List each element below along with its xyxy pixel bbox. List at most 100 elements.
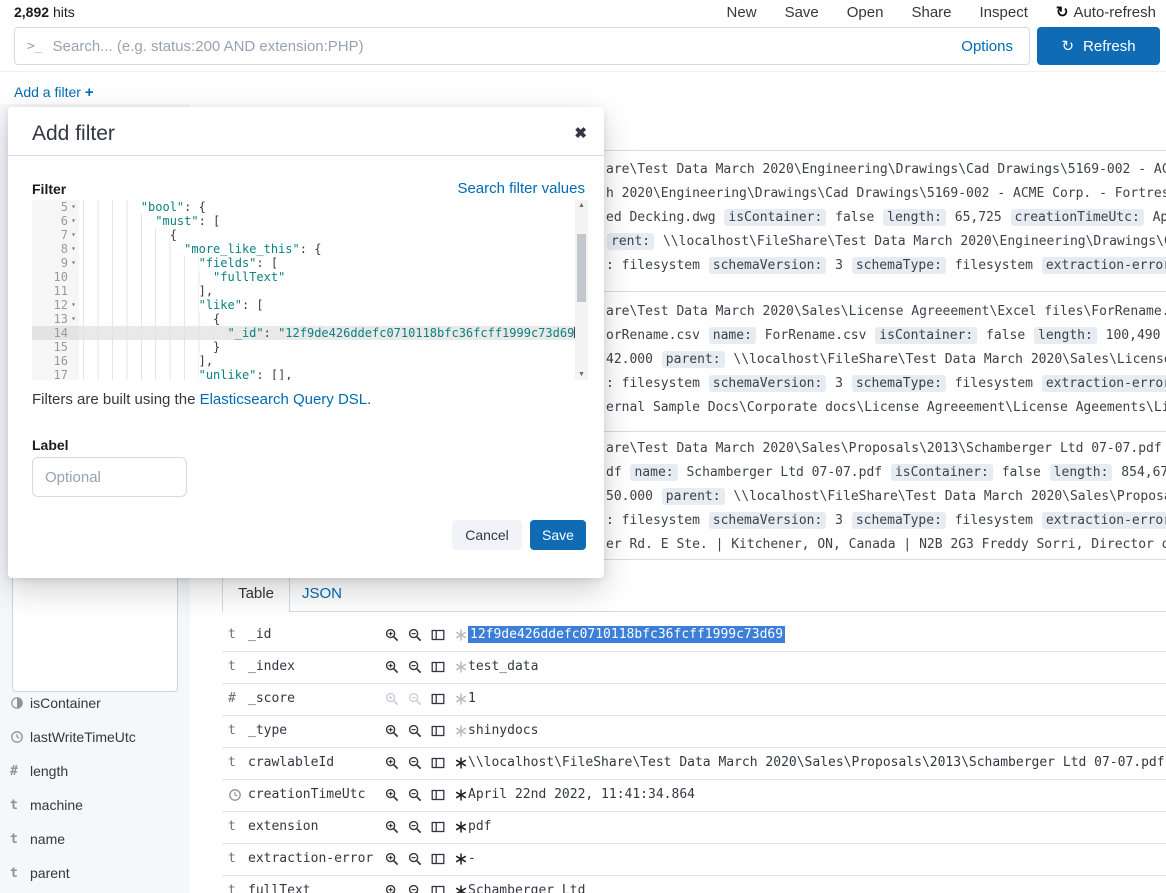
line-number: 5 (32, 200, 68, 214)
document-summary-line[interactable]: orRename.csv name: ForRename.csv isConta… (606, 324, 1166, 348)
toggle-column-icon[interactable] (431, 820, 445, 834)
line-number: 7 (32, 228, 68, 242)
asterisk-icon[interactable] (454, 628, 468, 642)
zoom-out-icon[interactable] (408, 820, 422, 834)
close-icon[interactable]: ✖ (574, 124, 587, 142)
query-dsl-editor[interactable]: 5▾ "bool": {6▾ "must": [7▾ {8▾ "more_lik… (32, 200, 588, 380)
editor-line-13[interactable]: 13▾ { (32, 312, 588, 326)
document-summary-line[interactable]: rent: \\localhost\FileShare\Test Data Ma… (606, 230, 1166, 254)
document-summary-line[interactable]: are\Test Data March 2020\Sales\License A… (606, 300, 1166, 324)
document-summary-line[interactable]: ernal Sample Docs\Corporate docs\License… (606, 396, 1166, 420)
toggle-column-icon[interactable] (431, 628, 445, 642)
detail-field-name: _type (248, 715, 287, 747)
elasticsearch-dsl-link[interactable]: Elasticsearch Query DSL (200, 391, 368, 408)
save-button[interactable]: Save (530, 520, 586, 550)
fold-spacer (68, 368, 79, 380)
toggle-column-icon[interactable] (431, 884, 445, 893)
toggle-column-icon[interactable] (431, 788, 445, 802)
zoom-in-icon[interactable] (385, 884, 399, 893)
zoom-out-icon[interactable] (408, 884, 422, 893)
code-text: "bool": { (79, 200, 206, 214)
asterisk-icon[interactable] (454, 692, 468, 706)
detail-row-actions (385, 692, 468, 706)
asterisk-icon[interactable] (454, 788, 468, 802)
tab-json[interactable]: JSON (289, 577, 355, 611)
asterisk-icon[interactable] (454, 884, 468, 893)
code-token: { (170, 228, 177, 242)
editor-line-7[interactable]: 7▾ { (32, 228, 588, 242)
toggle-column-icon[interactable] (431, 660, 445, 674)
editor-line-11[interactable]: 11 ], (32, 284, 588, 298)
document-summary-line[interactable]: ed Decking.dwg isContainer: false length… (606, 206, 1166, 230)
line-number: 10 (32, 270, 68, 284)
editor-line-14[interactable]: 14 "_id": "12f9de426ddefc0710118bfc36fcf… (32, 326, 588, 340)
asterisk-icon[interactable] (454, 820, 468, 834)
toggle-column-icon[interactable] (431, 724, 445, 738)
scroll-down-icon[interactable]: ▼ (575, 371, 588, 378)
fold-spacer (68, 270, 79, 284)
document-summary-line[interactable]: : filesystem schemaVersion: 3 schemaType… (606, 372, 1166, 396)
fold-arrow-icon[interactable]: ▾ (68, 228, 79, 242)
filter-label-input[interactable] (32, 457, 187, 497)
fold-arrow-icon[interactable]: ▾ (68, 242, 79, 256)
indent-guides (83, 284, 199, 298)
document-summary-line[interactable]: h 2020\Engineering\Drawings\Cad Drawings… (606, 182, 1166, 206)
fold-spacer (68, 340, 79, 354)
editor-line-5[interactable]: 5▾ "bool": { (32, 200, 588, 214)
fold-arrow-icon[interactable]: ▾ (68, 256, 79, 270)
document-summary-line[interactable]: are\Test Data March 2020\Sales\Proposals… (606, 437, 1166, 461)
zoom-in-icon[interactable] (385, 724, 399, 738)
editor-line-10[interactable]: 10 "fullText" (32, 270, 588, 284)
tab-table[interactable]: Table (222, 577, 290, 612)
fold-arrow-icon[interactable]: ▾ (68, 214, 79, 228)
cancel-button[interactable]: Cancel (452, 520, 522, 550)
document-summary-line[interactable]: : filesystem schemaVersion: 3 schemaType… (606, 254, 1166, 278)
code-token: "unlike" (199, 368, 257, 380)
document-summary-line[interactable]: 42.000 parent: \\localhost\FileShare\Tes… (606, 348, 1166, 372)
zoom-out-icon[interactable] (408, 756, 422, 770)
editor-line-17[interactable]: 17 "unlike": [], (32, 368, 588, 380)
scroll-up-icon[interactable]: ▲ (575, 202, 588, 209)
zoom-in-icon[interactable] (385, 660, 399, 674)
asterisk-icon[interactable] (454, 852, 468, 866)
document-summary-line[interactable]: : filesystem schemaVersion: 3 schemaType… (606, 509, 1166, 533)
document-summary-line[interactable]: er Rd. E Ste. | Kitchener, ON, Canada | … (606, 533, 1166, 557)
editor-line-9[interactable]: 9▾ "fields": [ (32, 256, 588, 270)
zoom-out-icon[interactable] (408, 788, 422, 802)
zoom-in-icon[interactable] (385, 820, 399, 834)
editor-line-6[interactable]: 6▾ "must": [ (32, 214, 588, 228)
toggle-column-icon[interactable] (431, 756, 445, 770)
filter-section-label: Filter (32, 181, 66, 197)
document-summary-line[interactable]: are\Test Data March 2020\Engineering\Dra… (606, 158, 1166, 182)
editor-line-15[interactable]: 15 } (32, 340, 588, 354)
zoom-out-icon[interactable] (408, 660, 422, 674)
editor-line-12[interactable]: 12▾ "like": [ (32, 298, 588, 312)
field-type-text: t (228, 747, 236, 779)
scrollbar-thumb[interactable] (577, 234, 586, 302)
search-filter-values-link[interactable]: Search filter values (457, 180, 585, 197)
document-summary-line[interactable]: 50.000 parent: \\localhost\FileShare\Tes… (606, 485, 1166, 509)
zoom-out-icon[interactable] (408, 724, 422, 738)
zoom-out-icon[interactable] (408, 852, 422, 866)
editor-line-16[interactable]: 16 ], (32, 354, 588, 368)
zoom-in-icon[interactable] (385, 852, 399, 866)
zoom-in-icon[interactable] (385, 756, 399, 770)
toggle-column-icon[interactable] (431, 852, 445, 866)
asterisk-icon[interactable] (454, 756, 468, 770)
document-text: 65,725 (947, 210, 1010, 225)
zoom-in-icon[interactable] (385, 788, 399, 802)
document-text: filesystem (947, 513, 1041, 528)
line-number: 15 (32, 340, 68, 354)
zoom-out-icon[interactable] (408, 628, 422, 642)
toggle-column-icon[interactable] (431, 692, 445, 706)
editor-line-8[interactable]: 8▾ "more_like_this": { (32, 242, 588, 256)
asterisk-icon[interactable] (454, 660, 468, 674)
asterisk-icon[interactable] (454, 724, 468, 738)
fold-arrow-icon[interactable]: ▾ (68, 312, 79, 326)
document-summary-line[interactable]: df name: Schamberger Ltd 07-07.pdf isCon… (606, 461, 1166, 485)
line-number: 14 (32, 326, 68, 340)
fold-arrow-icon[interactable]: ▾ (68, 298, 79, 312)
zoom-in-icon[interactable] (385, 628, 399, 642)
fold-arrow-icon[interactable]: ▾ (68, 200, 79, 214)
editor-scrollbar[interactable]: ▲ ▼ (575, 200, 588, 380)
